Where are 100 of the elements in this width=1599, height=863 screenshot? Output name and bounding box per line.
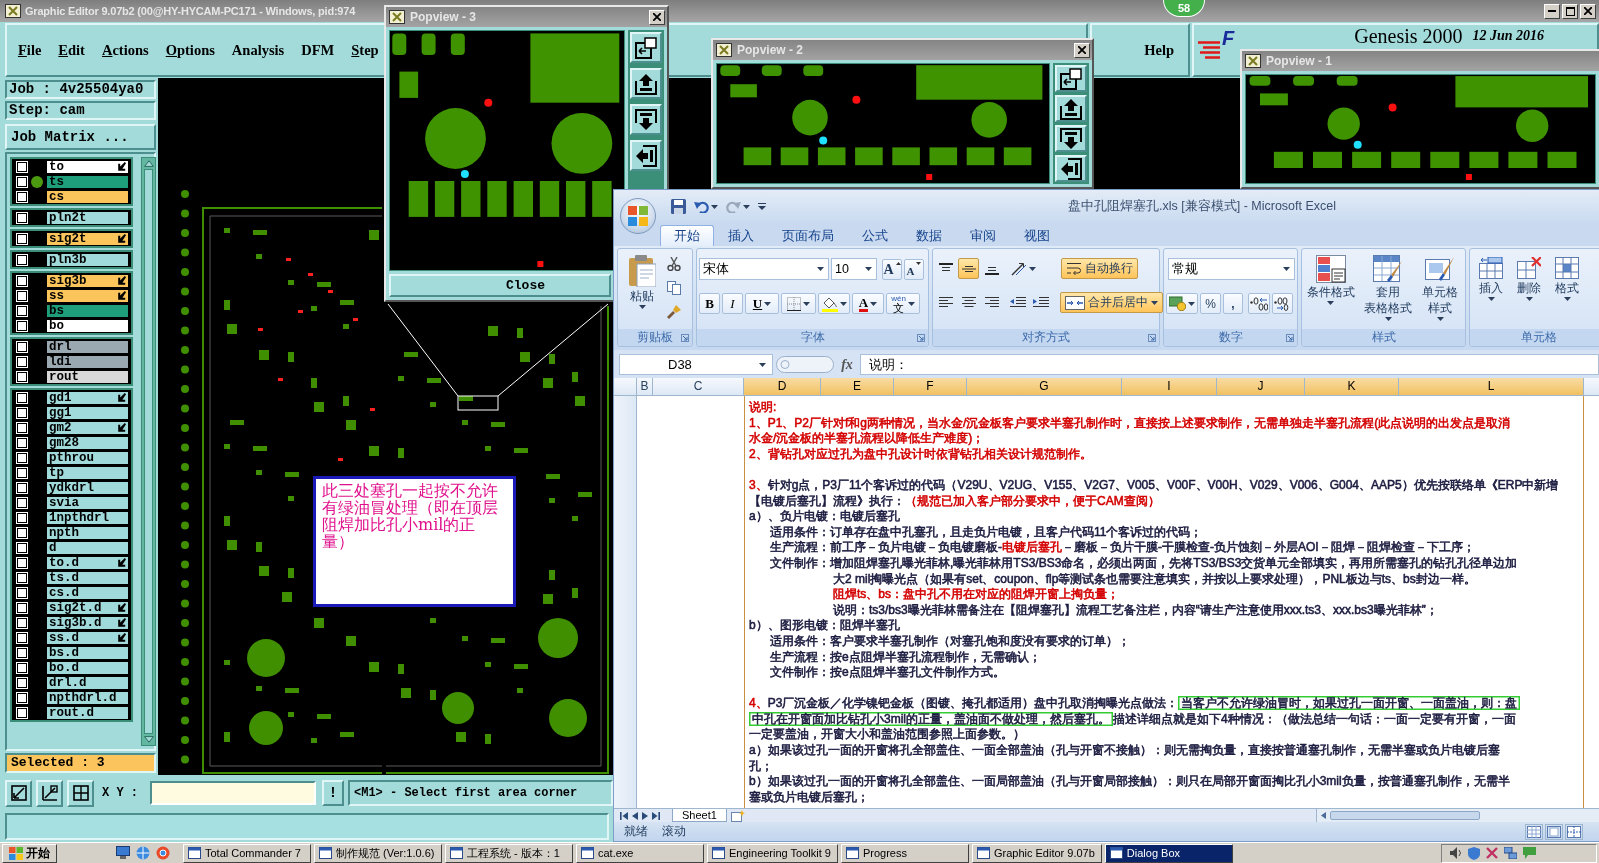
column-header[interactable]: L <box>1399 378 1584 395</box>
checkbox[interactable] <box>16 406 28 419</box>
layer-item[interactable]: bo <box>46 318 129 333</box>
sheet-tab[interactable]: Sheet1 <box>672 809 727 822</box>
number-format-dropdown[interactable]: 常规 <box>1168 258 1295 280</box>
taskbar-button[interactable]: Engineering Toolkit 9 <box>707 843 838 863</box>
checkbox[interactable] <box>16 370 28 383</box>
layer-item[interactable]: gg1 <box>46 405 129 420</box>
fill-color-button[interactable] <box>818 293 850 314</box>
font-color-button[interactable]: A <box>852 293 884 314</box>
horizontal-scrollbar[interactable] <box>1316 809 1599 822</box>
speaker-icon[interactable] <box>1450 847 1462 859</box>
comma-button[interactable]: , <box>1223 293 1243 314</box>
right-triangle-icon[interactable] <box>642 811 648 820</box>
font-name-dropdown[interactable]: 宋体 <box>699 258 829 280</box>
table-format-button[interactable]: 套用 表格格式 <box>1357 251 1419 329</box>
taskbar-button[interactable]: cat.exe <box>576 843 704 863</box>
start-button[interactable]: 开始 <box>2 843 57 863</box>
checkbox[interactable] <box>16 646 28 659</box>
italic-button[interactable]: I <box>722 293 743 314</box>
scrollbar-thumb[interactable] <box>1330 811 1480 820</box>
menu-item[interactable]: Options <box>164 39 216 61</box>
cell-styles-button[interactable]: 单元格 样式 <box>1419 251 1461 329</box>
menu-item[interactable]: DFM <box>300 39 336 61</box>
formula-field[interactable]: 说明： <box>860 354 1599 375</box>
column-header[interactable]: J <box>1217 378 1305 395</box>
checkbox[interactable] <box>16 601 28 614</box>
view-tool-button[interactable] <box>630 32 662 63</box>
checkbox[interactable] <box>16 586 28 599</box>
ring-icon[interactable] <box>156 846 170 860</box>
layer-item[interactable]: rout.d <box>46 705 129 720</box>
layer-item[interactable]: tp <box>46 465 129 480</box>
checkbox[interactable] <box>16 571 28 584</box>
menu-item[interactable]: Actions <box>100 39 150 61</box>
layer-item[interactable]: gm28 <box>46 435 129 450</box>
ribbon-tab[interactable]: 插入 <box>714 225 768 246</box>
view-tool-button[interactable] <box>1055 65 1087 92</box>
layer-item[interactable]: npthdrl.d <box>46 690 129 705</box>
bold-button[interactable]: B <box>699 293 720 314</box>
checkbox[interactable] <box>16 496 28 509</box>
wrap-text-button[interactable]: 自动换行 <box>1061 258 1138 279</box>
view-button[interactable] <box>1525 823 1543 840</box>
layer-item[interactable]: sig3b.d <box>46 615 129 630</box>
scrollbar-thumb[interactable] <box>144 169 153 734</box>
layer-item[interactable]: sig2t <box>46 231 129 246</box>
layer-item[interactable]: svia <box>46 495 129 510</box>
layer-item[interactable]: to <box>46 159 129 174</box>
left-triangle-icon[interactable] <box>632 811 638 820</box>
coordinate-field[interactable] <box>150 781 316 805</box>
save-button[interactable] <box>669 196 688 217</box>
layer-item[interactable]: bo.d <box>46 660 129 675</box>
desktop-icon[interactable] <box>116 846 130 859</box>
insert-cells-button[interactable]: 插入 <box>1472 251 1510 329</box>
layer-item[interactable]: bs <box>46 303 129 318</box>
checkbox[interactable] <box>16 175 28 188</box>
checkbox[interactable] <box>16 160 28 173</box>
layer-item[interactable]: pln2t <box>46 210 129 225</box>
menu-item[interactable]: File <box>17 39 43 61</box>
checkbox[interactable] <box>16 556 28 569</box>
layer-item[interactable]: ldi <box>46 354 129 369</box>
ribbon-tab[interactable]: 公式 <box>848 225 902 246</box>
bar-left-triangle-icon[interactable] <box>620 811 628 820</box>
close-button[interactable] <box>649 9 665 25</box>
tool-button[interactable] <box>36 779 63 807</box>
ribbon-tab[interactable]: 数据 <box>902 225 956 246</box>
cross-icon[interactable] <box>1486 847 1498 859</box>
checkbox[interactable] <box>16 421 28 434</box>
merge-center-button[interactable]: 合并后居中 <box>1060 292 1163 313</box>
checkbox[interactable] <box>16 391 28 404</box>
checkbox[interactable] <box>16 676 28 689</box>
conditional-format-button[interactable]: 条件格式 <box>1304 251 1357 329</box>
currency-button[interactable] <box>1166 293 1198 314</box>
job-matrix-button[interactable]: Job Matrix ... <box>5 124 156 150</box>
font-size-dropdown[interactable]: 10 <box>831 258 877 280</box>
column-header[interactable]: E <box>821 378 894 395</box>
taskbar-button[interactable]: 制作规范 (Ver:1.0.6) <box>314 843 442 863</box>
layer-item[interactable]: rout <box>46 369 129 384</box>
phonetic-button[interactable]: wén 文 <box>886 293 920 314</box>
layer-item[interactable]: sig2t.d <box>46 600 129 615</box>
checkbox[interactable] <box>16 253 28 266</box>
column-header[interactable]: F <box>894 378 967 395</box>
right-triangle-bar-icon[interactable] <box>652 811 660 820</box>
menu-item[interactable]: Step <box>350 39 380 61</box>
help-menu[interactable]: Help <box>1090 23 1190 77</box>
checkbox[interactable] <box>16 274 28 287</box>
layer-item[interactable]: to.d <box>46 555 129 570</box>
alert-button[interactable]: ! <box>322 780 344 806</box>
ribbon-tab[interactable]: 视图 <box>1010 225 1064 246</box>
shrink-font-button[interactable]: A <box>904 258 924 280</box>
layer-item[interactable]: ss.d <box>46 630 129 645</box>
ribbon-tab[interactable]: 页面布局 <box>768 225 848 246</box>
taskbar-button[interactable]: 工程系统 - 版本：1 <box>445 843 573 863</box>
layer-item[interactable]: cs.d <box>46 585 129 600</box>
layer-item[interactable]: gd1 <box>46 390 129 405</box>
layer-item[interactable]: ts.d <box>46 570 129 585</box>
network-icon[interactable] <box>1504 847 1517 859</box>
layer-item[interactable]: sig3b <box>46 273 129 288</box>
grow-font-button[interactable]: A <box>882 258 902 280</box>
underline-button[interactable]: U <box>745 293 779 314</box>
view-tool-button[interactable] <box>630 68 662 99</box>
